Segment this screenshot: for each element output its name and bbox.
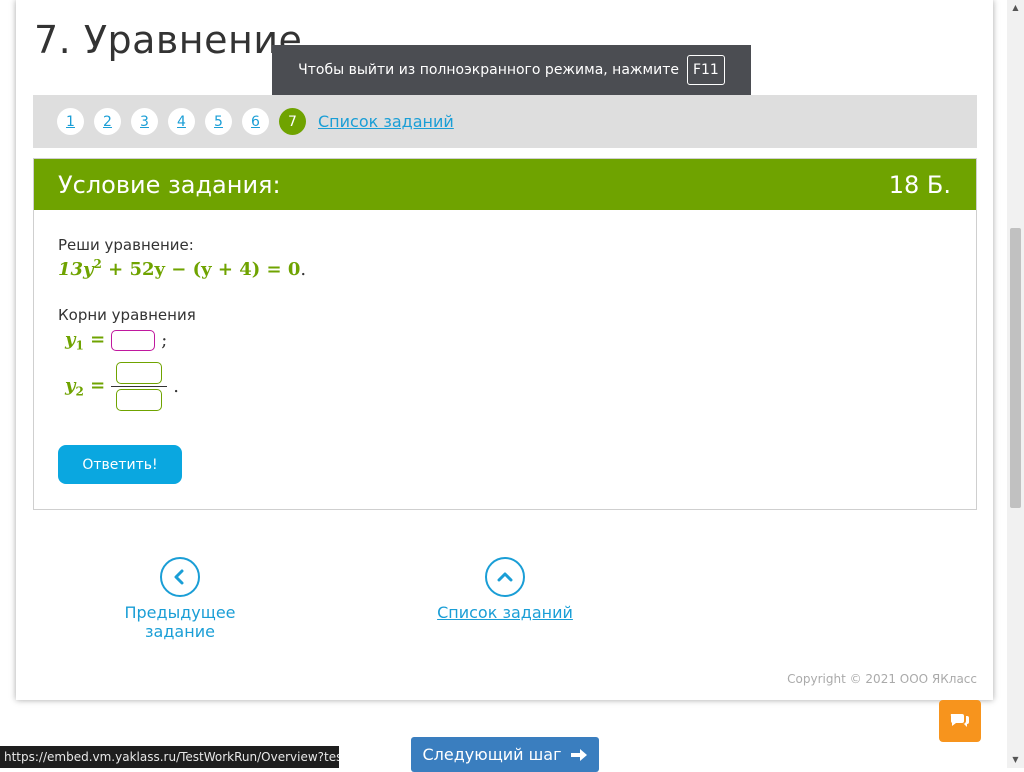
y1-separator: ; (161, 330, 168, 352)
chat-icon (950, 714, 969, 727)
scrollbar[interactable]: ▲ ▼ (1007, 0, 1024, 768)
y1-input[interactable] (111, 330, 156, 352)
y1-label: y1 = (65, 329, 106, 353)
task-number-6[interactable]: 6 (242, 108, 269, 135)
equation-rest: + 52y − (y + 4) = 0 (101, 259, 301, 280)
task-points: 18 Б. (888, 170, 951, 199)
equation: 13y2 + 52y − (y + 4) = 0. (58, 257, 306, 280)
chat-button[interactable] (939, 700, 981, 742)
fullscreen-notice: Чтобы выйти из полноэкранного режима, на… (272, 45, 751, 95)
scroll-up-arrow-icon[interactable]: ▲ (1011, 3, 1020, 12)
task-number-5[interactable]: 5 (205, 108, 232, 135)
roots-label: Корни уравнения (58, 306, 196, 324)
equation-left: 13y (58, 259, 94, 280)
task-number-4[interactable]: 4 (168, 108, 195, 135)
y2-numerator-input[interactable] (116, 362, 163, 384)
previous-task-nav[interactable]: Предыдущее задание (90, 557, 270, 641)
chevron-left-icon[interactable] (160, 557, 200, 597)
scrollbar-thumb[interactable] (1010, 228, 1021, 508)
root-y1-row: y1 = ; (65, 329, 167, 353)
page-title: 7. Уравнение (34, 18, 303, 62)
y2-label: y2 = (65, 374, 106, 399)
task-number-1[interactable]: 1 (57, 108, 84, 135)
y2-fraction (111, 362, 168, 411)
y2-denominator-input[interactable] (116, 389, 163, 411)
y2-end: . (173, 376, 179, 397)
task-list-nav[interactable]: Список заданий (430, 557, 580, 622)
fraction-bar (111, 386, 168, 387)
fullscreen-notice-text: Чтобы выйти из полноэкранного режима, на… (298, 62, 679, 78)
scroll-down-arrow-icon[interactable]: ▼ (1011, 755, 1020, 764)
f11-key: F11 (686, 55, 725, 85)
equation-end: . (300, 259, 307, 280)
answer-button[interactable]: Ответить! (58, 445, 182, 484)
task-prompt: Реши уравнение: (58, 236, 194, 254)
previous-task-label[interactable]: Предыдущее задание (90, 603, 270, 641)
status-bar-url: https://embed.vm.yaklass.ru/TestWorkRun/… (0, 746, 339, 768)
task-header: Условие задания: 18 Б. (34, 159, 976, 210)
copyright: Copyright © 2021 ООО ЯКласс (787, 672, 977, 686)
next-step-button[interactable]: Следующий шаг (411, 737, 599, 772)
task-number-3[interactable]: 3 (131, 108, 158, 135)
chevron-up-icon[interactable] (485, 557, 525, 597)
task-header-title: Условие задания: (58, 170, 281, 199)
equation-power: 2 (93, 257, 102, 271)
root-y2-row: y2 = . (65, 362, 179, 411)
task-number-bar: 1 2 3 4 5 6 7 Список заданий (33, 95, 977, 148)
task-number-2[interactable]: 2 (94, 108, 121, 135)
task-number-7-active[interactable]: 7 (279, 108, 306, 135)
arrow-right-icon (570, 748, 587, 761)
next-step-label: Следующий шаг (422, 745, 562, 764)
task-list-link[interactable]: Список заданий (318, 112, 454, 131)
task-list-label[interactable]: Список заданий (430, 603, 580, 622)
